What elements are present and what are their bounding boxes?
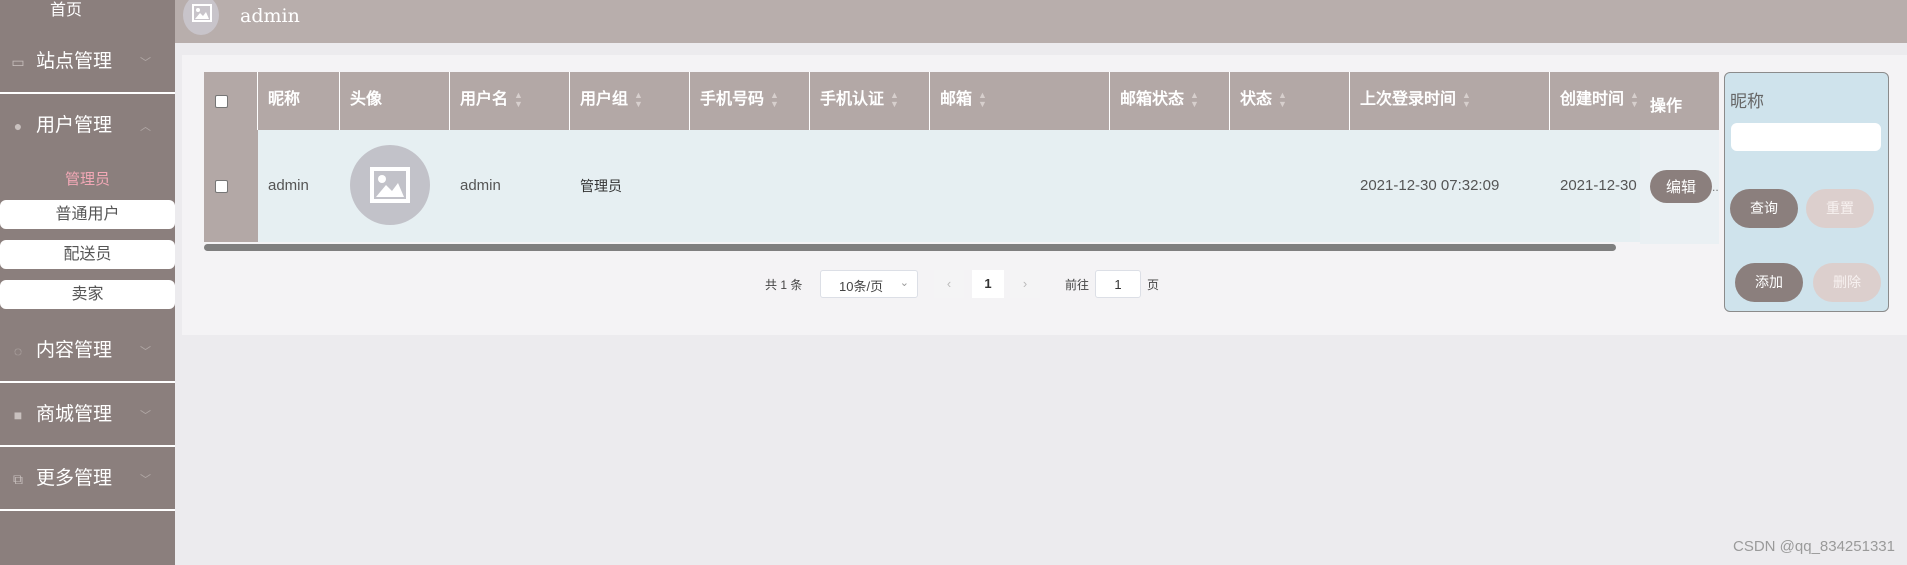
chevron-down-icon: ⌄: [899, 277, 909, 289]
goto-page-input[interactable]: [1095, 270, 1141, 298]
nickname-search-input[interactable]: [1731, 123, 1881, 151]
sidebar-group-label: 商城管理: [36, 404, 113, 425]
next-page-button[interactable]: ›: [1010, 270, 1040, 298]
search-panel: 昵称 查询 重置 添加 删除: [1724, 72, 1889, 312]
select-all-cell: [204, 72, 258, 130]
top-header: admin: [175, 0, 1907, 43]
header-avatar[interactable]: [183, 0, 219, 35]
col-email-status[interactable]: 邮箱状态 ▲ ▼: [1110, 72, 1230, 130]
bag-icon: ■: [13, 407, 23, 423]
col-email[interactable]: 邮箱 ▲ ▼: [930, 72, 1110, 130]
page-unit-label: 页: [1147, 278, 1160, 292]
reset-button[interactable]: 重置: [1806, 189, 1874, 228]
chevron-down-icon: ﹀: [140, 474, 151, 486]
delete-button[interactable]: 删除: [1813, 263, 1881, 302]
col-actions-header: 操作: [1640, 72, 1719, 130]
watermark: CSDN @qq_834251331: [1732, 538, 1895, 555]
image-placeholder-icon: [370, 167, 410, 203]
col-username[interactable]: 用户名 ▲ ▼: [450, 72, 570, 130]
row-checkbox[interactable]: [215, 180, 228, 193]
row-select-cell: [204, 130, 258, 242]
user-icon: ●: [13, 118, 23, 134]
goto-label: 前往: [1065, 278, 1090, 292]
sidebar-group-content[interactable]: ◌ 内容管理 ﹀: [0, 321, 175, 383]
current-page[interactable]: 1: [972, 270, 1004, 298]
sidebar-item-admin[interactable]: 管理员: [0, 168, 175, 192]
chevron-down-icon: ﹀: [140, 346, 151, 358]
sort-icon[interactable]: ▲ ▼: [978, 90, 987, 109]
col-created[interactable]: 创建时间 ▲ ▼: [1550, 72, 1640, 130]
user-avatar: [350, 145, 430, 225]
sidebar-group-label: 内容管理: [36, 340, 113, 361]
sort-icon[interactable]: ▲ ▼: [890, 90, 899, 109]
more-indicator: ..: [1712, 180, 1719, 194]
sidebar-group-shop[interactable]: ■ 商城管理 ﹀: [0, 385, 175, 447]
chat-icon: ◌: [13, 343, 23, 359]
sidebar-group-label: 更多管理: [36, 468, 113, 489]
chevron-down-icon: ﹀: [140, 57, 151, 69]
col-nickname: 昵称: [258, 72, 340, 130]
col-group[interactable]: 用户组 ▲ ▼: [570, 72, 690, 130]
sidebar-item-normal-user[interactable]: 普通用户: [0, 200, 175, 229]
query-button[interactable]: 查询: [1730, 189, 1798, 228]
table-header: 昵称 头像 用户名 ▲ ▼ 用户组 ▲ ▼ 手机号码 ▲ ▼ 手机认证 ▲ ▼ 邮箱 ▲ ▼ 邮箱状…: [204, 72, 1719, 131]
sidebar-item-courier[interactable]: 配送员: [0, 240, 175, 269]
sort-icon[interactable]: ▲ ▼: [1278, 90, 1287, 109]
chevron-down-icon: ﹀: [140, 410, 151, 422]
monitor-icon: ▭: [11, 54, 25, 70]
col-phone-auth[interactable]: 手机认证 ▲ ▼: [810, 72, 930, 130]
header-username: admin: [240, 5, 300, 27]
col-phone[interactable]: 手机号码 ▲ ▼: [690, 72, 810, 130]
page-size-select[interactable]: 10条/页 ⌄: [820, 270, 918, 298]
table-row: admin admin 管理员 2021-12-30 07:32:09 2021…: [204, 130, 1719, 242]
sidebar-group-more[interactable]: ⧉ 更多管理 ﹀: [0, 449, 175, 511]
pagination-total: 共 1 条: [765, 278, 803, 292]
sort-icon[interactable]: ▲ ▼: [1630, 90, 1639, 109]
sidebar-group-users[interactable]: ● 用户管理 ︿: [0, 96, 175, 158]
col-status[interactable]: 状态 ▲ ▼: [1230, 72, 1350, 130]
sidebar-group-site[interactable]: ▭ 站点管理 ﹀: [0, 32, 175, 94]
edit-button[interactable]: 编辑: [1650, 170, 1712, 203]
sort-icon[interactable]: ▲ ▼: [1190, 90, 1199, 109]
sort-icon[interactable]: ▲ ▼: [514, 90, 523, 109]
sidebar-group-label: 用户管理: [36, 115, 113, 136]
chevron-up-icon: ︿: [140, 121, 151, 133]
sidebar: 首页 ▭ 站点管理 ﹀ ● 用户管理 ︿ 管理员 普通用户 配送员 卖家 ◌ 内…: [0, 0, 175, 565]
sidebar-group-label: 站点管理: [36, 51, 113, 72]
col-avatar: 头像: [340, 72, 450, 130]
nickname-label: 昵称: [1730, 92, 1764, 111]
user-table: 昵称 头像 用户名 ▲ ▼ 用户组 ▲ ▼ 手机号码 ▲ ▼ 手机认证 ▲ ▼ 邮箱 ▲ ▼ 邮箱状…: [204, 72, 1719, 244]
prev-page-button[interactable]: ‹: [934, 270, 964, 298]
select-all-checkbox[interactable]: [215, 95, 228, 108]
col-actions: 操作: [1640, 72, 1719, 244]
horizontal-scrollbar[interactable]: [204, 244, 1616, 251]
image-icon: [192, 4, 212, 22]
add-button[interactable]: 添加: [1735, 263, 1803, 302]
sort-icon[interactable]: ▲ ▼: [1462, 90, 1471, 109]
sidebar-item-home[interactable]: 首页: [0, 0, 132, 22]
sidebar-item-seller[interactable]: 卖家: [0, 280, 175, 309]
sort-icon[interactable]: ▲ ▼: [634, 90, 643, 109]
sort-icon[interactable]: ▲ ▼: [770, 90, 779, 109]
col-last-login[interactable]: 上次登录时间 ▲ ▼: [1350, 72, 1550, 130]
copy-icon: ⧉: [13, 471, 23, 487]
